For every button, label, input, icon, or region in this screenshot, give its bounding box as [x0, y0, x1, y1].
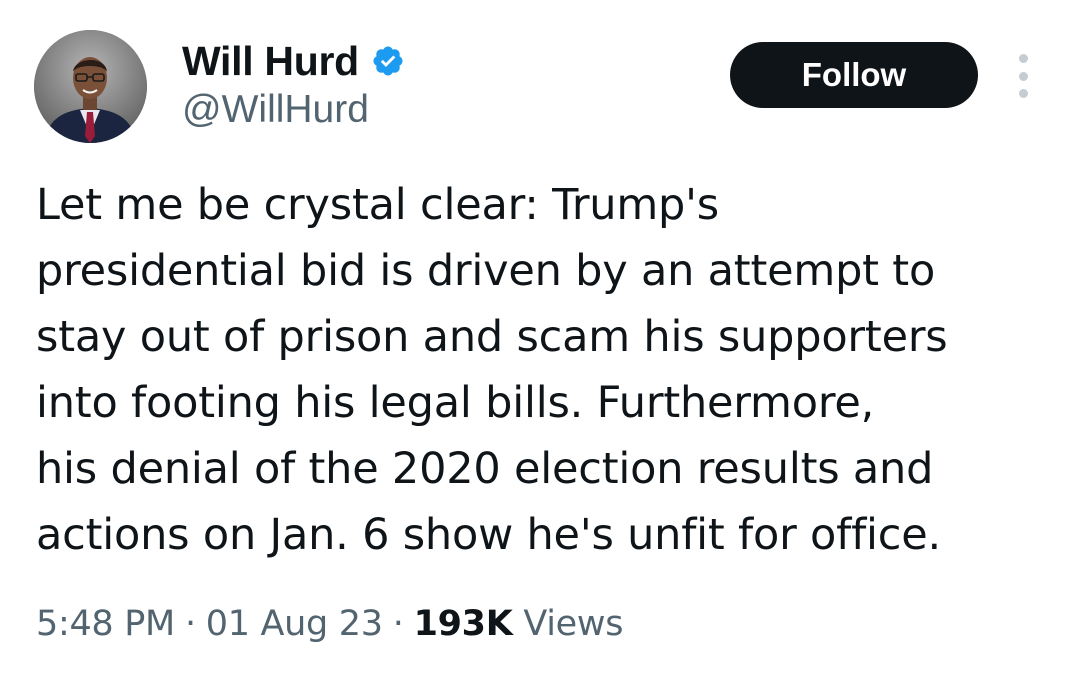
tweet-text-line: into footing his legal bills. Furthermor…: [36, 378, 875, 428]
avatar-image: [34, 30, 147, 143]
more-dot: [1018, 71, 1028, 81]
tweet-meta: 5:48 PM · 01 Aug 23 · 193K Views: [36, 604, 623, 644]
tweet-text: Let me be crystal clear: Trump's preside…: [36, 172, 1056, 568]
tweet-text-line: his denial of the 2020 election results …: [36, 444, 934, 494]
tweet-date[interactable]: 01 Aug 23: [206, 604, 383, 644]
author-handle[interactable]: @WillHurd: [182, 88, 369, 132]
author-display-name[interactable]: Will Hurd: [182, 38, 359, 85]
views-count: 193K: [413, 604, 513, 644]
follow-button[interactable]: Follow: [730, 42, 978, 108]
author-avatar[interactable]: [34, 30, 147, 143]
tweet-text-line: Let me be crystal clear: Trump's: [36, 180, 719, 230]
tweet-card: Will Hurd @WillHurd Follow Let me be cry…: [0, 0, 1080, 688]
more-dot: [1018, 54, 1028, 63]
tweet-time[interactable]: 5:48 PM: [36, 604, 175, 644]
tweet-text-line: presidential bid is driven by an attempt…: [36, 246, 936, 296]
more-vertical-icon[interactable]: [1008, 54, 1038, 98]
tweet-text-line: actions on Jan. 6 show he's unfit for of…: [36, 510, 941, 560]
more-dot: [1018, 89, 1028, 98]
tweet-text-line: stay out of prison and scam his supporte…: [36, 312, 948, 362]
meta-separator: ·: [392, 604, 404, 644]
views-label: Views: [523, 604, 624, 644]
meta-separator: ·: [184, 604, 196, 644]
verified-badge-icon[interactable]: [371, 44, 405, 78]
author-name-row: Will Hurd: [182, 36, 405, 86]
